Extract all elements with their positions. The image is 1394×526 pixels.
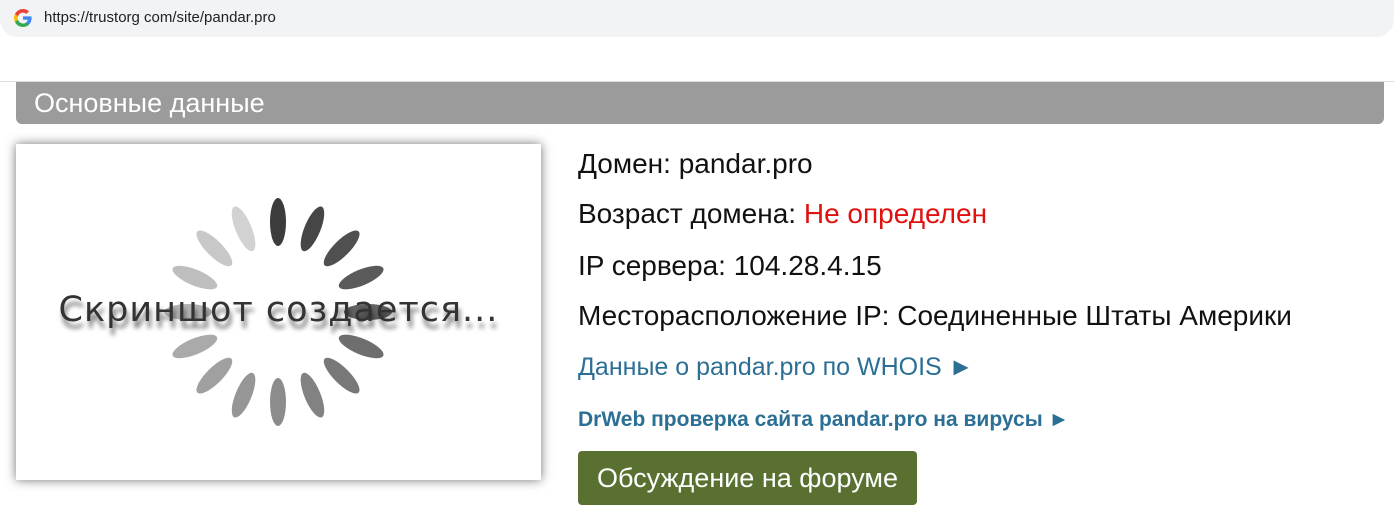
domain-row: Домен: pandar.pro [578, 148, 813, 180]
spinner-petal [196, 230, 233, 267]
server-ip-label: IP сервера: [578, 250, 726, 281]
ip-location-row: Месторасположение IP: Соединенные Штаты … [578, 300, 1292, 332]
domain-age-value: Не определен [803, 198, 988, 229]
domain-value: pandar.pro [678, 148, 813, 179]
spinner-petal [270, 198, 286, 246]
spinner-petal [323, 230, 360, 267]
spinner-petal [231, 206, 256, 252]
google-g-icon [14, 9, 32, 27]
domain-age-label: Возраст домена: [578, 198, 797, 229]
screenshot-caption: Скриншот создается... [58, 290, 499, 330]
spinner-petal [323, 357, 360, 394]
spinner-petal [270, 378, 286, 426]
drweb-link[interactable]: DrWeb проверка сайта pandar.pro на вирус… [578, 407, 1069, 433]
domain-age-row: Возраст домена: Не определен [578, 198, 987, 230]
url-text[interactable]: https://trustorg com/site/pandar.pro [44, 9, 276, 27]
spinner-petal [338, 334, 384, 359]
server-ip-row: IP сервера: 104.28.4.15 [578, 250, 882, 282]
server-ip-value: 104.28.4.15 [733, 250, 882, 281]
forum-discussion-button[interactable]: Обсуждение на форуме [578, 451, 917, 505]
spinner-petal [300, 206, 325, 252]
whois-link[interactable]: Данные о pandar.pro по WHOIS ► [578, 352, 973, 382]
spinner-petal [231, 372, 256, 418]
domain-label: Домен: [578, 148, 671, 179]
section-header: Основные данные [16, 82, 1384, 124]
ip-location-value: Соединенные Штаты Америки [897, 300, 1292, 331]
spinner-petal [172, 334, 218, 359]
address-bar[interactable]: https://trustorg com/site/pandar.pro [0, 0, 1394, 37]
section-title: Основные данные [34, 88, 265, 118]
site-screenshot-placeholder: Скриншот создается... [16, 144, 541, 480]
spinner-petal [196, 357, 233, 394]
ip-location-label: Месторасположение IP: [578, 300, 890, 331]
spinner-petal [300, 372, 325, 418]
